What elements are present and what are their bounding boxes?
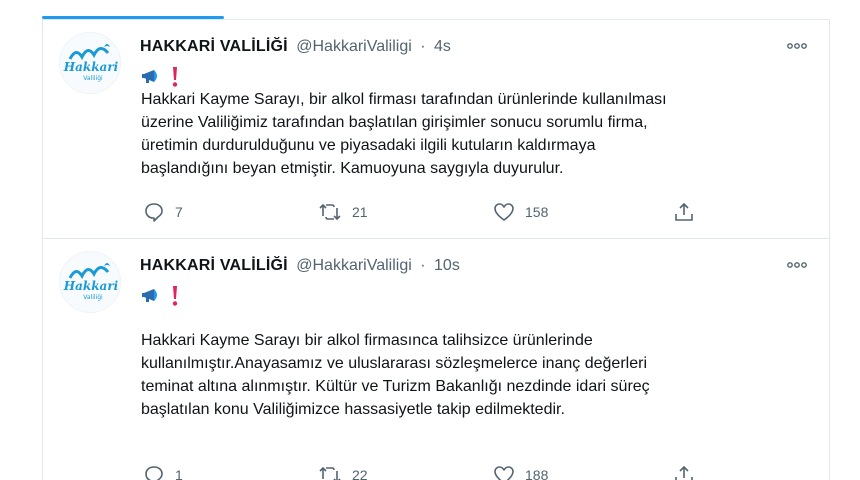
share-icon	[675, 202, 693, 221]
tweet-header: HAKKARİ VALİLİĞİ @HakkariValiligi · 4s	[140, 37, 451, 57]
reply-icon	[145, 203, 163, 222]
megaphone-icon	[141, 286, 165, 311]
retweet-button[interactable]: 22	[318, 464, 493, 480]
emoji-row	[141, 285, 179, 312]
tweet-text: Hakkari Kayme Sarayı, bir alkol firması …	[141, 88, 791, 180]
tweet-timestamp[interactable]: 10s	[434, 257, 460, 274]
retweet-count: 22	[352, 467, 368, 480]
tweet-actions: 7 21 158	[143, 201, 695, 223]
reply-count: 1	[175, 467, 183, 480]
like-button[interactable]: 158	[493, 201, 673, 223]
author-handle[interactable]: @HakkariValiligi	[296, 38, 412, 55]
avatar[interactable]: Hakkari Valiliği	[59, 32, 121, 94]
avatar-logo-subtext: Valiliği	[83, 294, 103, 301]
tweet-header: HAKKARİ VALİLİĞİ @HakkariValiligi · 10s	[140, 256, 460, 276]
tweet[interactable]: Hakkari Valiliği HAKKARİ VALİLİĞİ @Hakka…	[43, 20, 829, 239]
retweet-count: 21	[352, 204, 368, 220]
share-button[interactable]	[673, 201, 695, 223]
more-horizontal-icon[interactable]	[785, 36, 809, 56]
avatar-logo-subtext: Valiliği	[83, 75, 103, 82]
separator-dot: ·	[420, 38, 426, 55]
reply-button[interactable]: 1	[143, 464, 318, 480]
more-horizontal-icon[interactable]	[785, 255, 809, 275]
reply-button[interactable]: 7	[143, 201, 318, 223]
like-count: 188	[525, 467, 549, 480]
tweet-text-line: başlatılan konu Valiliğimizce hassasiyet…	[141, 401, 565, 418]
share-icon	[675, 465, 693, 480]
share-button[interactable]	[673, 464, 695, 480]
author-name[interactable]: HAKKARİ VALİLİĞİ	[140, 257, 288, 274]
reply-icon	[145, 466, 163, 480]
tweet-text-line: teminat altına alınmıştır. Kültür ve Tur…	[141, 378, 650, 395]
separator-dot: ·	[420, 257, 426, 274]
tweet-feed: Hakkari Valiliği HAKKARİ VALİLİĞİ @Hakka…	[42, 20, 830, 480]
tweet-text-line: üzerine Valiliğimiz tarafından başlatıla…	[141, 114, 648, 131]
reply-count: 7	[175, 204, 183, 220]
tweet-text-line: kullanılmıştır.Anayasamız ve uluslararas…	[141, 355, 647, 372]
tweet-timestamp[interactable]: 4s	[434, 38, 451, 55]
like-count: 158	[525, 204, 549, 220]
retweet-icon	[319, 466, 341, 480]
tweet-actions: 1 22 188	[143, 464, 695, 480]
timeline-page: Hakkari Valiliği HAKKARİ VALİLİĞİ @Hakka…	[0, 0, 860, 480]
tweet-text-line: üretimin durdurulduğunu ve piyasadaki il…	[141, 137, 596, 154]
active-tab-indicator	[42, 16, 224, 19]
tweet-text-line: Hakkari Kayme Sarayı, bir alkol firması …	[141, 91, 667, 108]
like-button[interactable]: 188	[493, 464, 673, 480]
avatar[interactable]: Hakkari Valiliği	[59, 251, 121, 313]
heart-icon	[494, 466, 514, 480]
avatar-logo-text: Hakkari	[63, 279, 119, 293]
retweet-icon	[319, 203, 341, 221]
author-handle[interactable]: @HakkariValiligi	[296, 257, 412, 274]
retweet-button[interactable]: 21	[318, 201, 493, 223]
author-name[interactable]: HAKKARİ VALİLİĞİ	[140, 38, 288, 55]
avatar-logo-text: Hakkari	[63, 60, 119, 74]
heart-icon	[494, 203, 514, 221]
exclamation-icon	[171, 285, 179, 312]
tweet-text: Hakkari Kayme Sarayı bir alkol firmasınc…	[141, 329, 791, 421]
tweet-text-line: Hakkari Kayme Sarayı bir alkol firmasınc…	[141, 332, 593, 349]
tweet-text-line: başlandığını beyan etmiştir. Kamuoyuna s…	[141, 160, 564, 177]
tweet[interactable]: Hakkari Valiliği HAKKARİ VALİLİĞİ @Hakka…	[43, 239, 829, 480]
